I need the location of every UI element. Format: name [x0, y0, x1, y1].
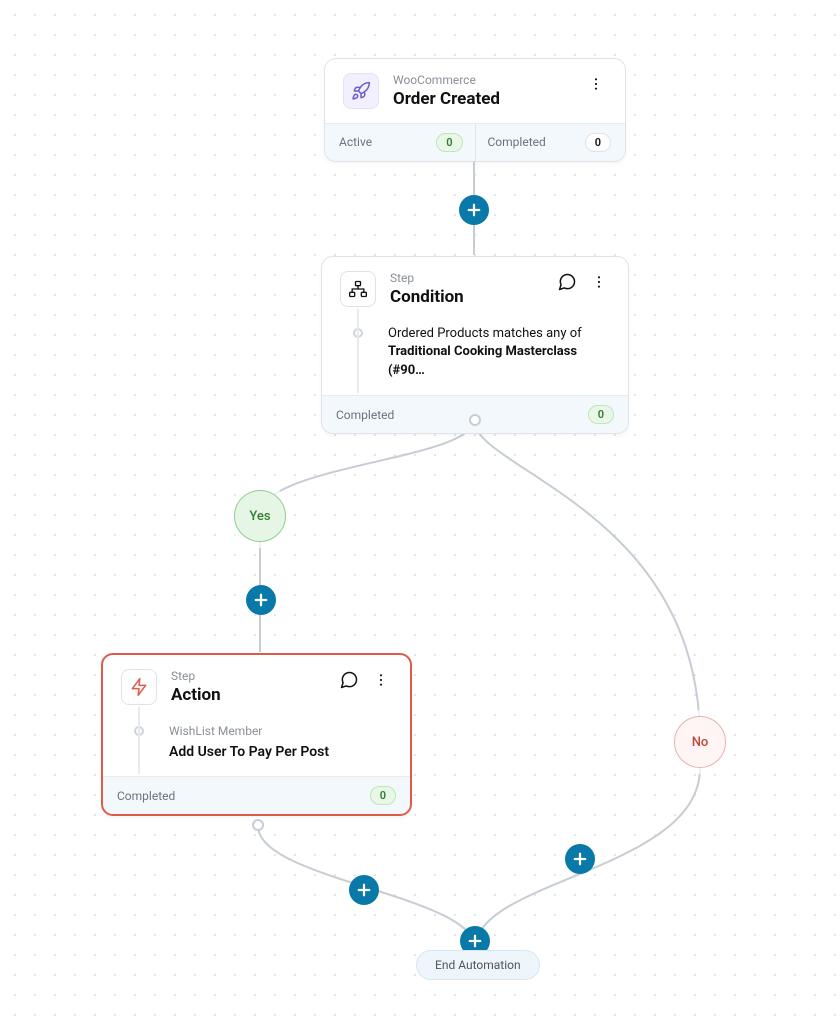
more-icon[interactable] [585, 73, 607, 95]
condition-eyebrow: Step [390, 271, 556, 285]
action-output-port [252, 819, 264, 831]
completed-count: 0 [585, 133, 611, 152]
more-icon[interactable] [588, 271, 610, 293]
more-icon[interactable] [370, 669, 392, 691]
branch-yes[interactable]: Yes [234, 490, 286, 542]
condition-title: Condition [390, 287, 556, 308]
active-count: 0 [436, 133, 462, 152]
action-card[interactable]: Step Action WishList Member Add User To … [101, 653, 412, 816]
action-provider-label: WishList Member [169, 723, 392, 740]
end-automation-pill[interactable]: End Automation [416, 950, 540, 980]
node-vertical-line [357, 309, 359, 393]
condition-output-port [469, 414, 481, 426]
action-name: Add User To Pay Per Post [169, 742, 392, 762]
active-label: Active [339, 135, 372, 149]
action-title: Action [171, 685, 338, 706]
add-step-button[interactable] [565, 844, 595, 874]
add-step-button[interactable] [246, 585, 276, 615]
add-step-button[interactable] [459, 195, 489, 225]
completed-label: Completed [336, 408, 394, 422]
rocket-icon [343, 73, 379, 109]
footer-divider [475, 124, 476, 161]
completed-count: 0 [588, 405, 614, 424]
completed-label: Completed [488, 135, 546, 149]
condition-rule-text: Ordered Products matches any of Traditio… [388, 325, 610, 382]
trigger-title: Order Created [393, 89, 585, 110]
trigger-card[interactable]: WooCommerce Order Created Active 0 Compl… [324, 58, 626, 162]
node-vertical-line [138, 707, 140, 774]
completed-count: 0 [370, 786, 396, 805]
condition-card[interactable]: Step Condition Ordered Products matches … [321, 256, 629, 434]
bolt-icon [121, 669, 157, 705]
sitemap-icon [340, 271, 376, 307]
add-step-button[interactable] [349, 875, 379, 905]
comment-icon[interactable] [338, 669, 360, 691]
completed-label: Completed [117, 789, 175, 803]
comment-icon[interactable] [556, 271, 578, 293]
action-eyebrow: Step [171, 669, 338, 683]
branch-no[interactable]: No [674, 716, 726, 768]
trigger-eyebrow: WooCommerce [393, 73, 585, 87]
